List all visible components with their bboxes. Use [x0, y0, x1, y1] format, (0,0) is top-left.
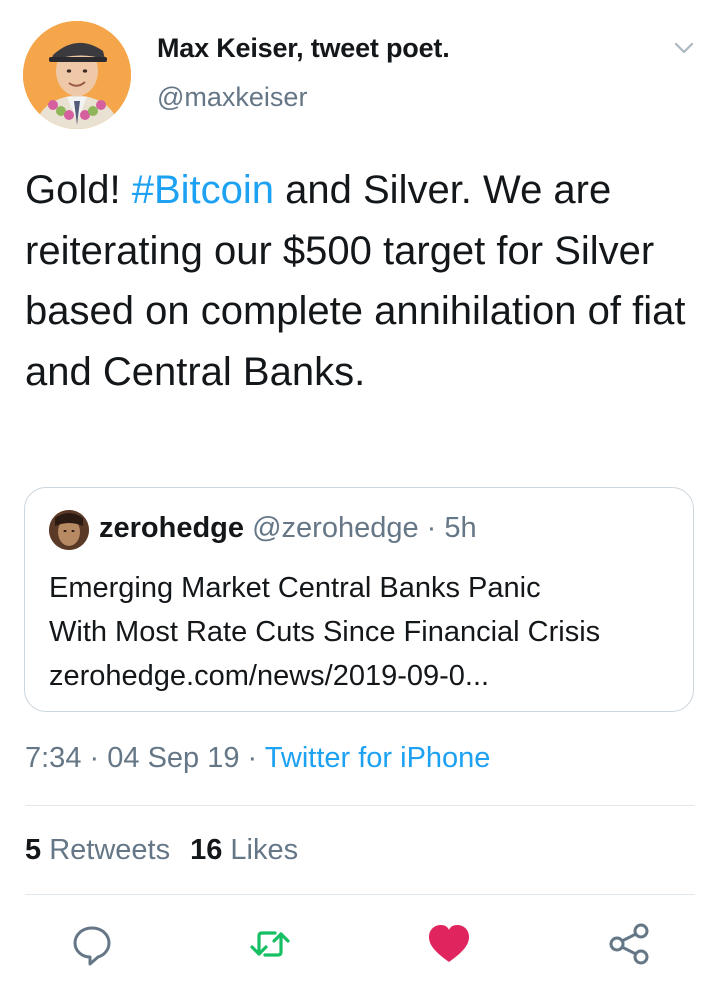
quoted-tweet-header: zerohedge @zerohedge · 5h: [99, 512, 477, 545]
like-icon[interactable]: [425, 920, 473, 968]
quoted-link[interactable]: zerohedge.com/news/2019-09-0...: [49, 654, 679, 698]
tweet-detail: Max Keiser, tweet poet. @maxkeiser Gold!…: [0, 0, 720, 984]
chevron-down-icon[interactable]: [672, 38, 696, 58]
quoted-tweet-text: Emerging Market Central Banks Panic With…: [49, 566, 679, 698]
author-avatar[interactable]: [23, 21, 131, 129]
likes-count: 16: [190, 834, 223, 866]
meta-separator: ·: [247, 742, 258, 774]
tweet-time: 7:34: [25, 742, 82, 774]
author-name[interactable]: Max Keiser, tweet poet.: [157, 33, 450, 64]
tweet-meta: 7:34 · 04 Sep 19 · Twitter for iPhone: [25, 742, 490, 775]
quoted-tweet-card[interactable]: zerohedge @zerohedge · 5h Emerging Marke…: [24, 487, 694, 712]
quoted-author-avatar[interactable]: [49, 510, 89, 550]
tweet-text: Gold! #Bitcoin and Silver. We are reiter…: [25, 160, 695, 402]
author-handle[interactable]: @maxkeiser: [157, 82, 307, 113]
meta-separator: ·: [89, 742, 100, 774]
likes-label: Likes: [230, 834, 299, 866]
retweets-label: Retweets: [49, 834, 171, 866]
share-icon[interactable]: [605, 920, 653, 968]
likes-stat[interactable]: 16 Likes: [190, 834, 298, 866]
hashtag-link[interactable]: #Bitcoin: [132, 168, 274, 212]
tweet-date: 04 Sep 19: [107, 742, 240, 774]
quoted-separator: ·: [426, 512, 437, 544]
retweet-icon[interactable]: [246, 920, 294, 968]
engagement-stats: 5 Retweets 16 Likes: [25, 834, 298, 867]
retweets-stat[interactable]: 5 Retweets: [25, 834, 170, 866]
quoted-author-handle[interactable]: @zerohedge: [252, 512, 419, 544]
tweet-text-start: Gold!: [25, 168, 132, 212]
retweets-count: 5: [25, 834, 42, 866]
tweet-source-link[interactable]: Twitter for iPhone: [265, 742, 491, 774]
quoted-text-line: Emerging Market Central Banks Panic: [49, 572, 541, 604]
reply-icon[interactable]: [68, 920, 116, 968]
divider: [25, 894, 695, 895]
divider: [25, 805, 695, 806]
quoted-text-line: With Most Rate Cuts Since Financial Cris…: [49, 616, 601, 648]
quoted-timestamp: 5h: [444, 512, 477, 544]
quoted-author-name[interactable]: zerohedge: [99, 512, 244, 544]
